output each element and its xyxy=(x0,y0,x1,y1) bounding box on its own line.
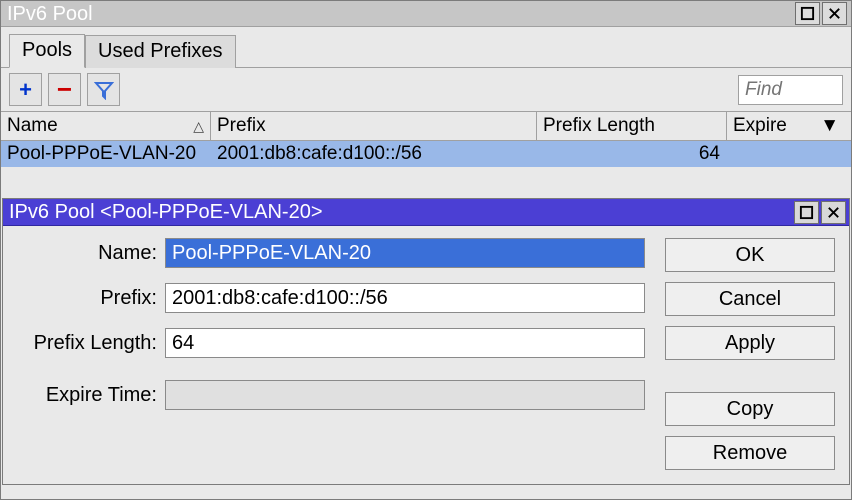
filter-button[interactable] xyxy=(87,73,120,106)
dialog-maximize-button[interactable] xyxy=(794,201,819,224)
col-prefix-length[interactable]: Prefix Length xyxy=(537,112,727,140)
dialog-title: IPv6 Pool <Pool-PPPoE-VLAN-20> xyxy=(9,201,792,224)
window-title: IPv6 Pool xyxy=(7,2,793,26)
dialog-body: Name: Prefix: Prefix Length: Expire Time… xyxy=(3,226,849,484)
dialog-titlebar: IPv6 Pool <Pool-PPPoE-VLAN-20> xyxy=(3,199,849,226)
prefix-field[interactable] xyxy=(165,283,645,313)
expire-time-label: Expire Time: xyxy=(17,384,157,407)
pool-edit-dialog: IPv6 Pool <Pool-PPPoE-VLAN-20> Name: P xyxy=(2,198,850,485)
tab-used-prefixes[interactable]: Used Prefixes xyxy=(85,35,236,68)
remove-button[interactable]: − xyxy=(48,73,81,106)
prefix-length-field[interactable] xyxy=(165,328,645,358)
table-row[interactable]: Pool-PPPoE-VLAN-20 2001:db8:cafe:d100::/… xyxy=(1,141,851,167)
cell-expire xyxy=(727,141,845,167)
close-button[interactable] xyxy=(822,2,847,25)
expire-time-field[interactable] xyxy=(165,380,645,410)
dialog-close-button[interactable] xyxy=(821,201,846,224)
cancel-button[interactable]: Cancel xyxy=(665,282,835,316)
name-field[interactable] xyxy=(165,238,645,268)
col-prefix[interactable]: Prefix xyxy=(211,112,537,140)
window-titlebar: IPv6 Pool xyxy=(1,1,851,27)
plus-icon: + xyxy=(19,77,32,103)
tabs: Pools Used Prefixes xyxy=(1,27,851,68)
maximize-icon xyxy=(800,6,815,21)
maximize-button[interactable] xyxy=(795,2,820,25)
table-header: Name △ Prefix Prefix Length Expire ▼ xyxy=(1,111,851,141)
close-icon xyxy=(827,6,842,21)
find-field[interactable] xyxy=(738,75,843,105)
ok-button[interactable]: OK xyxy=(665,238,835,272)
toolbar: + − xyxy=(1,68,851,111)
tab-pools[interactable]: Pools xyxy=(9,34,85,68)
cell-prefix: 2001:db8:cafe:d100::/56 xyxy=(211,141,537,167)
col-expire[interactable]: Expire ▼ xyxy=(727,112,845,140)
minus-icon: − xyxy=(57,82,72,98)
cell-name: Pool-PPPoE-VLAN-20 xyxy=(1,141,211,167)
copy-button[interactable]: Copy xyxy=(665,392,835,426)
prefix-length-label: Prefix Length: xyxy=(17,332,157,355)
ipv6-pool-window: IPv6 Pool Pools Used Prefixes + − xyxy=(0,0,852,500)
remove-button[interactable]: Remove xyxy=(665,436,835,470)
dialog-form: Name: Prefix: Prefix Length: Expire Time… xyxy=(17,238,645,470)
funnel-icon xyxy=(94,80,114,100)
col-name[interactable]: Name △ xyxy=(1,112,211,140)
dialog-buttons: OK Cancel Apply Copy Remove xyxy=(665,238,835,470)
maximize-icon xyxy=(799,205,814,220)
sort-indicator-icon: △ xyxy=(193,118,204,135)
close-icon xyxy=(826,205,841,220)
name-label: Name: xyxy=(17,242,157,265)
chevron-down-icon: ▼ xyxy=(820,115,839,137)
table-body: Pool-PPPoE-VLAN-20 2001:db8:cafe:d100::/… xyxy=(1,141,851,167)
add-button[interactable]: + xyxy=(9,73,42,106)
prefix-label: Prefix: xyxy=(17,287,157,310)
find-input[interactable] xyxy=(739,76,842,104)
apply-button[interactable]: Apply xyxy=(665,326,835,360)
cell-prefix-length: 64 xyxy=(537,141,727,167)
pool-table: Name △ Prefix Prefix Length Expire ▼ Poo… xyxy=(1,111,851,167)
